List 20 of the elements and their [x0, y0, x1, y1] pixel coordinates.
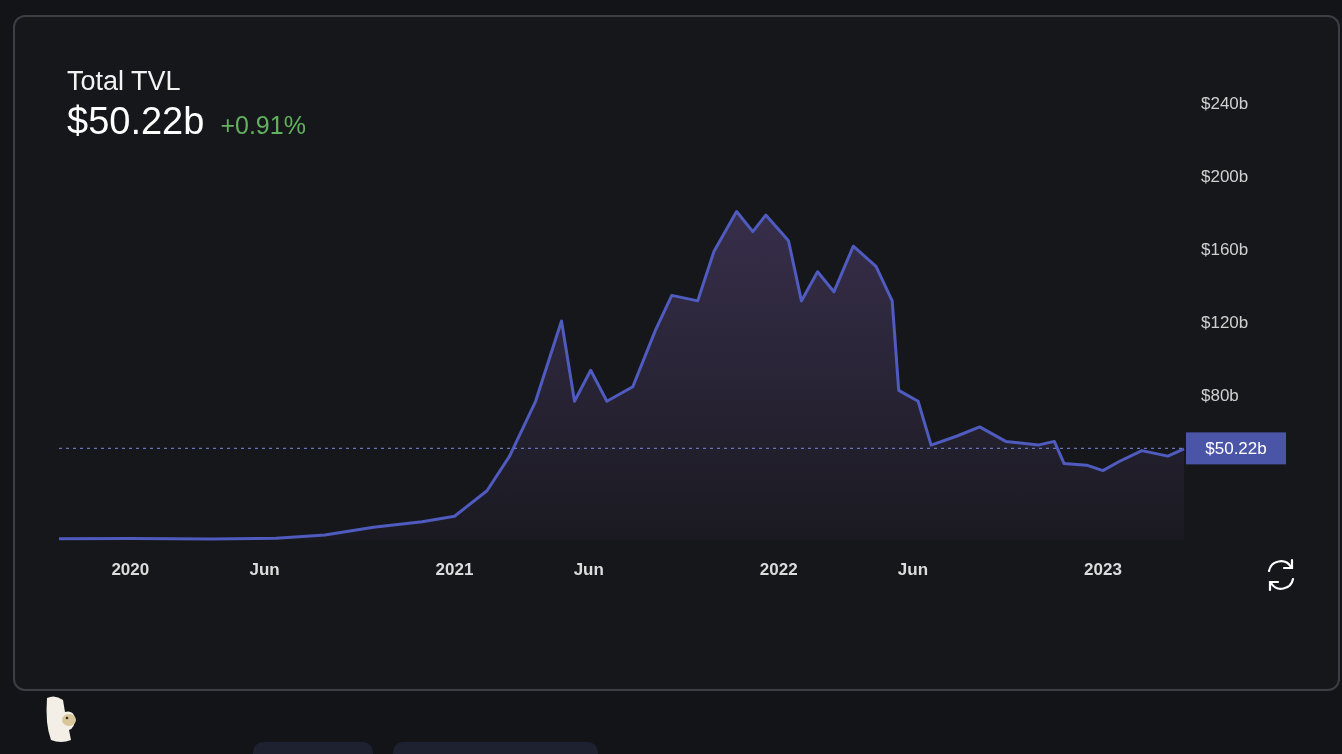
y-axis-label: $120b	[1201, 313, 1249, 332]
ref-line-label: $50.22b	[1205, 439, 1267, 459]
tab-button[interactable]	[393, 742, 598, 754]
y-axis-label: $200b	[1201, 167, 1249, 186]
x-axis-label: 2022	[759, 560, 798, 579]
x-axis-label: 2021	[435, 560, 474, 579]
change-percent: +0.91%	[220, 109, 306, 141]
x-axis-label: 2020	[111, 560, 150, 579]
x-axis-label: Jun	[249, 560, 280, 579]
x-axis-label: Jun	[897, 560, 929, 579]
price-tag: $50.22b	[1186, 432, 1286, 465]
tab-button[interactable]	[253, 742, 373, 754]
y-axis-label: $240b	[1201, 94, 1249, 113]
y-axis-label: $160b	[1201, 240, 1249, 259]
tvl-value: $50.22b	[67, 98, 205, 144]
refresh-icon[interactable]	[1267, 558, 1295, 592]
x-axis-label: 2023	[1084, 560, 1122, 579]
y-axis-label: $80b	[1201, 386, 1239, 405]
x-axis-label: Jun	[573, 560, 604, 579]
chart-title: Total TVL	[67, 67, 182, 97]
